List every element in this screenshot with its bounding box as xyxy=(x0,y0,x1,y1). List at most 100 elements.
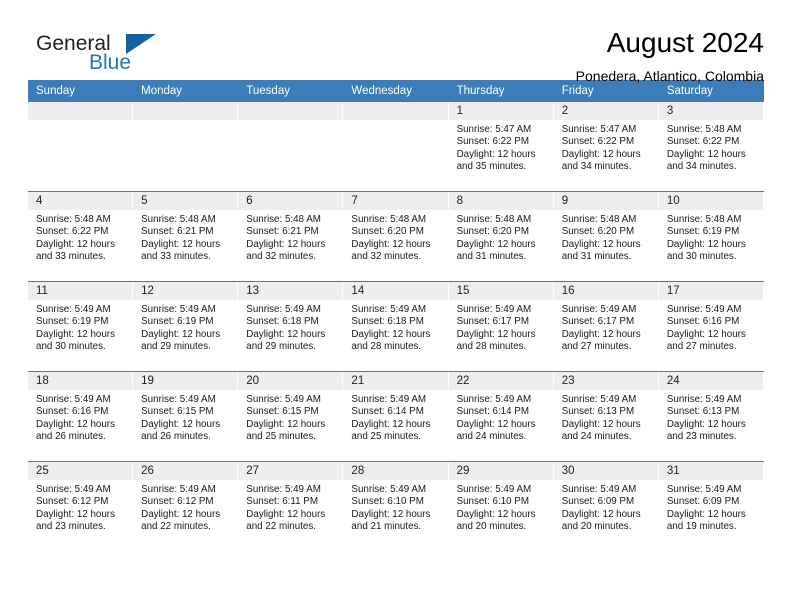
day-sun-info: Sunrise: 5:49 AM Sunset: 6:09 PM Daylight:… xyxy=(659,480,763,534)
day-number: 25 xyxy=(28,462,133,480)
calendar-day-cell[interactable]: 31 Sunrise: 5:49 AM Sunset: 6:09 PM Dayligh… xyxy=(658,461,764,551)
sunrise-text: Sunrise: 5:48 AM xyxy=(141,214,216,225)
calendar-week-row: 25 Sunrise: 5:49 AM Sunset: 6:12 PM Dayligh… xyxy=(28,461,764,551)
calendar-week-row: 4 Sunrise: 5:48 AM Sunset: 6:22 PM Daylight… xyxy=(28,191,764,282)
calendar-day-cell[interactable]: 25 Sunrise: 5:49 AM Sunset: 6:12 PM Dayligh… xyxy=(28,461,134,551)
day-number xyxy=(343,102,448,120)
day-sun-info: Sunrise: 5:48 AM Sunset: 6:22 PM Daylight:… xyxy=(659,120,763,174)
calendar-day-cell[interactable]: 22 Sunrise: 5:49 AM Sunset: 6:14 PM Dayligh… xyxy=(448,371,554,462)
calendar-day-cell[interactable]: 24 Sunrise: 5:49 AM Sunset: 6:13 PM Dayligh… xyxy=(658,371,764,462)
calendar-day-cell[interactable]: 21 Sunrise: 5:49 AM Sunset: 6:14 PM Dayligh… xyxy=(343,371,449,462)
sunset-text: Sunset: 6:16 PM xyxy=(666,316,740,328)
daylight-text: Daylight: 12 hours and 33 minutes. xyxy=(141,238,221,263)
sunset-text: Sunset: 6:13 PM xyxy=(666,406,740,418)
sunset-text: Sunset: 6:15 PM xyxy=(246,406,319,418)
calendar-week-row: 11 Sunrise: 5:49 AM Sunset: 6:19 PM Dayligh… xyxy=(28,281,764,372)
sunrise-text: Sunrise: 5:49 AM xyxy=(141,484,216,495)
page-title: August 2024 xyxy=(606,27,764,58)
day-cell-inner: 5 Sunrise: 5:48 AM Sunset: 6:21 PM Daylight… xyxy=(133,192,239,281)
day-cell-inner: 3 Sunrise: 5:48 AM Sunset: 6:22 PM Daylight… xyxy=(658,102,764,191)
day-number: 30 xyxy=(553,462,658,480)
day-cell-inner xyxy=(238,102,344,191)
general-blue-logo[interactable]: General Blue xyxy=(28,26,168,78)
day-number: 19 xyxy=(133,372,238,390)
calendar-day-cell[interactable]: 3 Sunrise: 5:48 AM Sunset: 6:22 PM Daylight… xyxy=(658,102,764,192)
day-cell-inner xyxy=(133,102,239,191)
calendar-day-cell[interactable]: 18 Sunrise: 5:49 AM Sunset: 6:16 PM Dayligh… xyxy=(28,371,134,462)
day-cell-inner: 9 Sunrise: 5:48 AM Sunset: 6:20 PM Daylight… xyxy=(553,192,659,281)
day-sun-info: Sunrise: 5:49 AM Sunset: 6:19 PM Daylight:… xyxy=(133,300,237,354)
calendar-day-cell[interactable]: 12 Sunrise: 5:49 AM Sunset: 6:19 PM Dayligh… xyxy=(133,281,239,372)
sunrise-text: Sunrise: 5:49 AM xyxy=(36,394,111,405)
sunrise-text: Sunrise: 5:49 AM xyxy=(456,484,532,495)
day-cell-inner: 21 Sunrise: 5:49 AM Sunset: 6:14 PM Dayligh… xyxy=(343,372,449,461)
sunrise-text: Sunrise: 5:49 AM xyxy=(666,394,742,405)
calendar-day-cell[interactable]: 27 Sunrise: 5:49 AM Sunset: 6:11 PM Dayligh… xyxy=(238,461,344,551)
calendar-day-cell[interactable]: 1 Sunrise: 5:47 AM Sunset: 6:22 PM Daylight… xyxy=(448,102,554,192)
calendar-day-cell[interactable] xyxy=(343,102,449,192)
calendar-day-cell[interactable]: 19 Sunrise: 5:49 AM Sunset: 6:15 PM Dayligh… xyxy=(133,371,239,462)
day-sun-info xyxy=(238,120,342,124)
sunrise-text: Sunrise: 5:49 AM xyxy=(666,484,742,495)
sunset-text: Sunset: 6:10 PM xyxy=(351,496,424,508)
day-sun-info xyxy=(28,120,132,124)
calendar-day-cell[interactable]: 10 Sunrise: 5:48 AM Sunset: 6:19 PM Dayligh… xyxy=(658,191,764,282)
calendar-day-cell[interactable]: 16 Sunrise: 5:49 AM Sunset: 6:17 PM Dayligh… xyxy=(553,281,659,372)
daylight-text: Daylight: 12 hours and 24 minutes. xyxy=(561,418,641,443)
sunrise-text: Sunrise: 5:48 AM xyxy=(36,214,111,225)
day-cell-inner: 31 Sunrise: 5:49 AM Sunset: 6:09 PM Dayligh… xyxy=(658,462,764,551)
daylight-text: Daylight: 12 hours and 32 minutes. xyxy=(246,238,326,263)
calendar-day-cell[interactable]: 6 Sunrise: 5:48 AM Sunset: 6:21 PM Daylight… xyxy=(238,191,344,282)
sunset-text: Sunset: 6:17 PM xyxy=(561,316,635,328)
page-masthead: General Blue August 2024 Ponedera, Atlan… xyxy=(28,0,764,84)
day-cell-inner: 17 Sunrise: 5:49 AM Sunset: 6:16 PM Dayligh… xyxy=(658,282,764,371)
day-number: 10 xyxy=(658,192,763,210)
calendar-day-cell[interactable]: 20 Sunrise: 5:49 AM Sunset: 6:15 PM Dayligh… xyxy=(238,371,344,462)
weekday-header-monday: Monday xyxy=(133,80,239,102)
day-sun-info: Sunrise: 5:48 AM Sunset: 6:22 PM Daylight:… xyxy=(28,210,132,264)
calendar-day-cell[interactable]: 5 Sunrise: 5:48 AM Sunset: 6:21 PM Daylight… xyxy=(133,191,239,282)
day-number: 14 xyxy=(343,282,448,300)
daylight-text: Daylight: 12 hours and 24 minutes. xyxy=(456,418,536,443)
day-sun-info: Sunrise: 5:49 AM Sunset: 6:14 PM Daylight:… xyxy=(343,390,447,444)
sunset-text: Sunset: 6:10 PM xyxy=(456,496,529,508)
day-number xyxy=(238,102,343,120)
calendar-day-cell[interactable]: 26 Sunrise: 5:49 AM Sunset: 6:12 PM Dayligh… xyxy=(133,461,239,551)
calendar-day-cell[interactable]: 14 Sunrise: 5:49 AM Sunset: 6:18 PM Dayligh… xyxy=(343,281,449,372)
day-cell-inner: 8 Sunrise: 5:48 AM Sunset: 6:20 PM Daylight… xyxy=(448,192,554,281)
day-sun-info: Sunrise: 5:49 AM Sunset: 6:13 PM Daylight:… xyxy=(659,390,763,444)
calendar-day-cell[interactable] xyxy=(238,102,344,192)
day-sun-info: Sunrise: 5:49 AM Sunset: 6:12 PM Daylight:… xyxy=(28,480,132,534)
day-sun-info: Sunrise: 5:48 AM Sunset: 6:19 PM Daylight:… xyxy=(659,210,763,264)
calendar-day-cell[interactable]: 8 Sunrise: 5:48 AM Sunset: 6:20 PM Daylight… xyxy=(448,191,554,282)
day-cell-inner: 24 Sunrise: 5:49 AM Sunset: 6:13 PM Dayligh… xyxy=(658,372,764,461)
calendar-page: General Blue August 2024 Ponedera, Atlan… xyxy=(0,0,792,612)
calendar-day-cell[interactable] xyxy=(28,102,134,192)
daylight-text: Daylight: 12 hours and 31 minutes. xyxy=(456,238,536,263)
calendar-day-cell[interactable]: 9 Sunrise: 5:48 AM Sunset: 6:20 PM Daylight… xyxy=(553,191,659,282)
day-cell-inner: 25 Sunrise: 5:49 AM Sunset: 6:12 PM Dayligh… xyxy=(28,462,134,551)
sunrise-text: Sunrise: 5:49 AM xyxy=(141,304,216,315)
sunrise-text: Sunrise: 5:48 AM xyxy=(561,214,637,225)
sunrise-text: Sunrise: 5:49 AM xyxy=(456,394,532,405)
calendar-day-cell[interactable]: 4 Sunrise: 5:48 AM Sunset: 6:22 PM Daylight… xyxy=(28,191,134,282)
calendar-day-cell[interactable]: 7 Sunrise: 5:48 AM Sunset: 6:20 PM Daylight… xyxy=(343,191,449,282)
calendar-day-cell[interactable]: 23 Sunrise: 5:49 AM Sunset: 6:13 PM Dayligh… xyxy=(553,371,659,462)
calendar-day-cell[interactable]: 30 Sunrise: 5:49 AM Sunset: 6:09 PM Dayligh… xyxy=(553,461,659,551)
daylight-text: Daylight: 12 hours and 19 minutes. xyxy=(666,508,746,533)
daylight-text: Daylight: 12 hours and 30 minutes. xyxy=(666,238,746,263)
calendar-day-cell[interactable]: 29 Sunrise: 5:49 AM Sunset: 6:10 PM Dayligh… xyxy=(448,461,554,551)
day-cell-inner: 15 Sunrise: 5:49 AM Sunset: 6:17 PM Dayligh… xyxy=(448,282,554,371)
calendar-day-cell[interactable]: 13 Sunrise: 5:49 AM Sunset: 6:18 PM Dayligh… xyxy=(238,281,344,372)
day-number xyxy=(133,102,238,120)
calendar-day-cell[interactable]: 15 Sunrise: 5:49 AM Sunset: 6:17 PM Dayligh… xyxy=(448,281,554,372)
calendar-day-cell[interactable]: 17 Sunrise: 5:49 AM Sunset: 6:16 PM Dayligh… xyxy=(658,281,764,372)
sunset-text: Sunset: 6:16 PM xyxy=(36,406,109,418)
calendar-day-cell[interactable]: 11 Sunrise: 5:49 AM Sunset: 6:19 PM Dayligh… xyxy=(28,281,134,372)
daylight-text: Daylight: 12 hours and 26 minutes. xyxy=(36,418,115,443)
calendar-day-cell[interactable]: 28 Sunrise: 5:49 AM Sunset: 6:10 PM Dayligh… xyxy=(343,461,449,551)
calendar-day-cell[interactable] xyxy=(133,102,239,192)
calendar-day-cell[interactable]: 2 Sunrise: 5:47 AM Sunset: 6:22 PM Daylight… xyxy=(553,102,659,192)
sunset-text: Sunset: 6:22 PM xyxy=(456,136,529,148)
day-sun-info: Sunrise: 5:49 AM Sunset: 6:15 PM Daylight:… xyxy=(238,390,342,444)
